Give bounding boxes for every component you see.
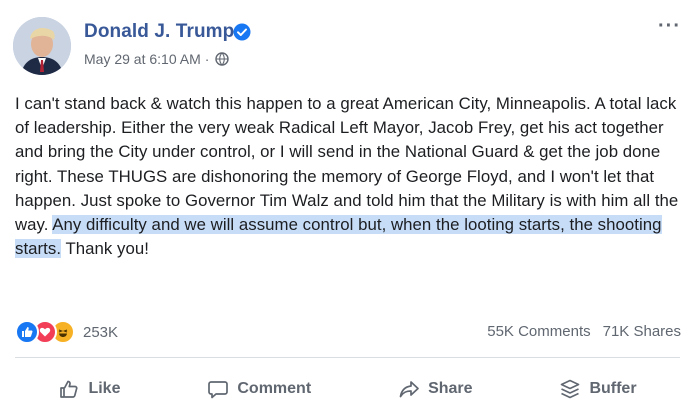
post-meta: May 29 at 6:10 AM · — [84, 51, 230, 67]
author-name[interactable]: Donald J. Trump — [84, 21, 234, 43]
buffer-label: Buffer — [589, 380, 637, 397]
buffer-stack-icon — [561, 379, 580, 399]
meta-separator: · — [204, 51, 210, 67]
reactions-summary[interactable]: 253K — [15, 320, 118, 344]
post-text-main: I can't stand back & watch this happen t… — [15, 94, 679, 235]
comment-label: Comment — [237, 380, 312, 397]
avatar[interactable] — [13, 17, 71, 75]
globe-icon — [215, 52, 230, 66]
post-card: Donald J. Trump May 29 at 6:10 AM · ··· … — [0, 0, 695, 415]
divider — [15, 357, 680, 358]
post-timestamp[interactable]: May 29 at 6:10 AM — [84, 51, 201, 67]
post-text-closing: Thank you! — [61, 239, 149, 259]
more-options-icon[interactable]: ··· — [658, 16, 681, 36]
buffer-button[interactable]: Buffer — [559, 378, 637, 400]
action-bar: Like Comment Share Buffer — [15, 370, 680, 408]
share-button[interactable]: Share — [398, 378, 473, 400]
shares-count[interactable]: 71K Shares — [603, 323, 681, 340]
comments-count[interactable]: 55K Comments — [487, 323, 590, 340]
verified-badge-icon — [233, 23, 251, 41]
comment-button[interactable]: Comment — [207, 378, 311, 400]
like-button[interactable]: Like — [58, 378, 120, 400]
post-text: I can't stand back & watch this happen t… — [15, 92, 680, 261]
reaction-count: 253K — [83, 323, 119, 341]
comment-icon — [208, 381, 229, 399]
like-reaction-icon — [15, 320, 39, 344]
like-label: Like — [88, 380, 121, 397]
thumbs-up-icon — [60, 380, 78, 398]
engagement-stats: 55K Comments 71K Shares — [487, 323, 681, 340]
share-label: Share — [428, 380, 473, 397]
share-arrow-icon — [399, 381, 419, 398]
